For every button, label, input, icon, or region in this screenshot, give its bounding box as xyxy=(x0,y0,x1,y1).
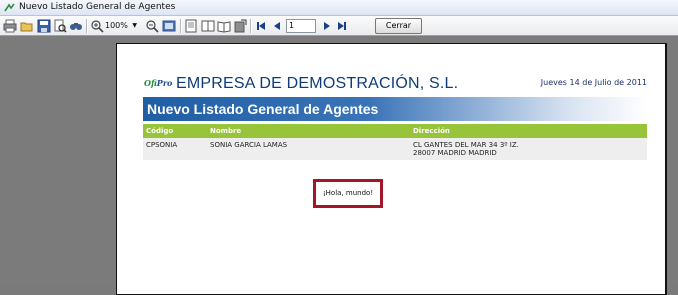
last-page-icon[interactable] xyxy=(335,19,349,33)
multi-page-icon[interactable] xyxy=(201,19,215,33)
zoom-out-icon[interactable] xyxy=(145,19,159,33)
report-page: OfiPro EMPRESA DE DEMOSTRACIÓN, S.L. Jue… xyxy=(116,43,667,295)
column-header-address: Dirección xyxy=(413,127,450,135)
fit-width-icon[interactable] xyxy=(184,19,198,33)
company-name: EMPRESA DE DEMOSTRACIÓN, S.L. xyxy=(176,75,459,92)
toolbar: 100% ▼ 1 Cerrar xyxy=(0,16,678,36)
highlight-frame: ¡Hola, mundo! xyxy=(313,179,383,208)
open-icon[interactable] xyxy=(20,19,34,33)
chevron-down-icon: ▼ xyxy=(132,22,137,29)
app-icon xyxy=(4,3,15,12)
row-address-line1: CL GANTES DEL MAR 34 3º IZ. xyxy=(413,141,519,149)
row-code: CPSONIA xyxy=(146,141,178,149)
print-preview-icon[interactable] xyxy=(53,19,67,33)
next-page-icon[interactable] xyxy=(320,19,334,33)
hello-text: ¡Hola, mundo! xyxy=(322,189,374,197)
report-date: Jueves 14 de Julio de 2011 xyxy=(540,78,647,87)
save-icon[interactable] xyxy=(37,19,51,33)
find-icon[interactable] xyxy=(69,19,83,33)
row-address-line2: 28007 MADRID MADRID xyxy=(413,149,497,157)
window-titlebar: Nuevo Listado General de Agentes xyxy=(0,0,678,16)
page-number-input[interactable]: 1 xyxy=(286,19,316,33)
print-icon[interactable] xyxy=(3,19,17,33)
report-title-banner: Nuevo Listado General de Agentes xyxy=(143,97,647,121)
table-header: Código Nombre Dirección xyxy=(143,124,647,138)
book-icon[interactable] xyxy=(217,19,231,33)
close-button[interactable]: Cerrar xyxy=(375,18,422,34)
company-logo: OfiPro xyxy=(144,78,173,88)
zoom-select[interactable]: 100% ▼ xyxy=(105,19,140,33)
row-name: SONIA GARCIA LAMAS xyxy=(210,141,288,149)
zoom-in-icon[interactable] xyxy=(90,19,104,33)
zoom-value: 100% xyxy=(105,21,128,30)
window-title: Nuevo Listado General de Agentes xyxy=(19,2,176,12)
report-viewer[interactable]: OfiPro EMPRESA DE DEMOSTRACIÓN, S.L. Jue… xyxy=(0,37,678,295)
column-header-code: Código xyxy=(146,127,174,135)
report-title: Nuevo Listado General de Agentes xyxy=(147,101,379,117)
single-page-icon[interactable] xyxy=(162,19,176,33)
first-page-icon[interactable] xyxy=(254,19,268,33)
column-header-name: Nombre xyxy=(210,127,242,135)
export-icon[interactable] xyxy=(233,19,247,33)
prev-page-icon[interactable] xyxy=(270,19,284,33)
table-row: CPSONIA SONIA GARCIA LAMAS CL GANTES DEL… xyxy=(143,138,647,160)
